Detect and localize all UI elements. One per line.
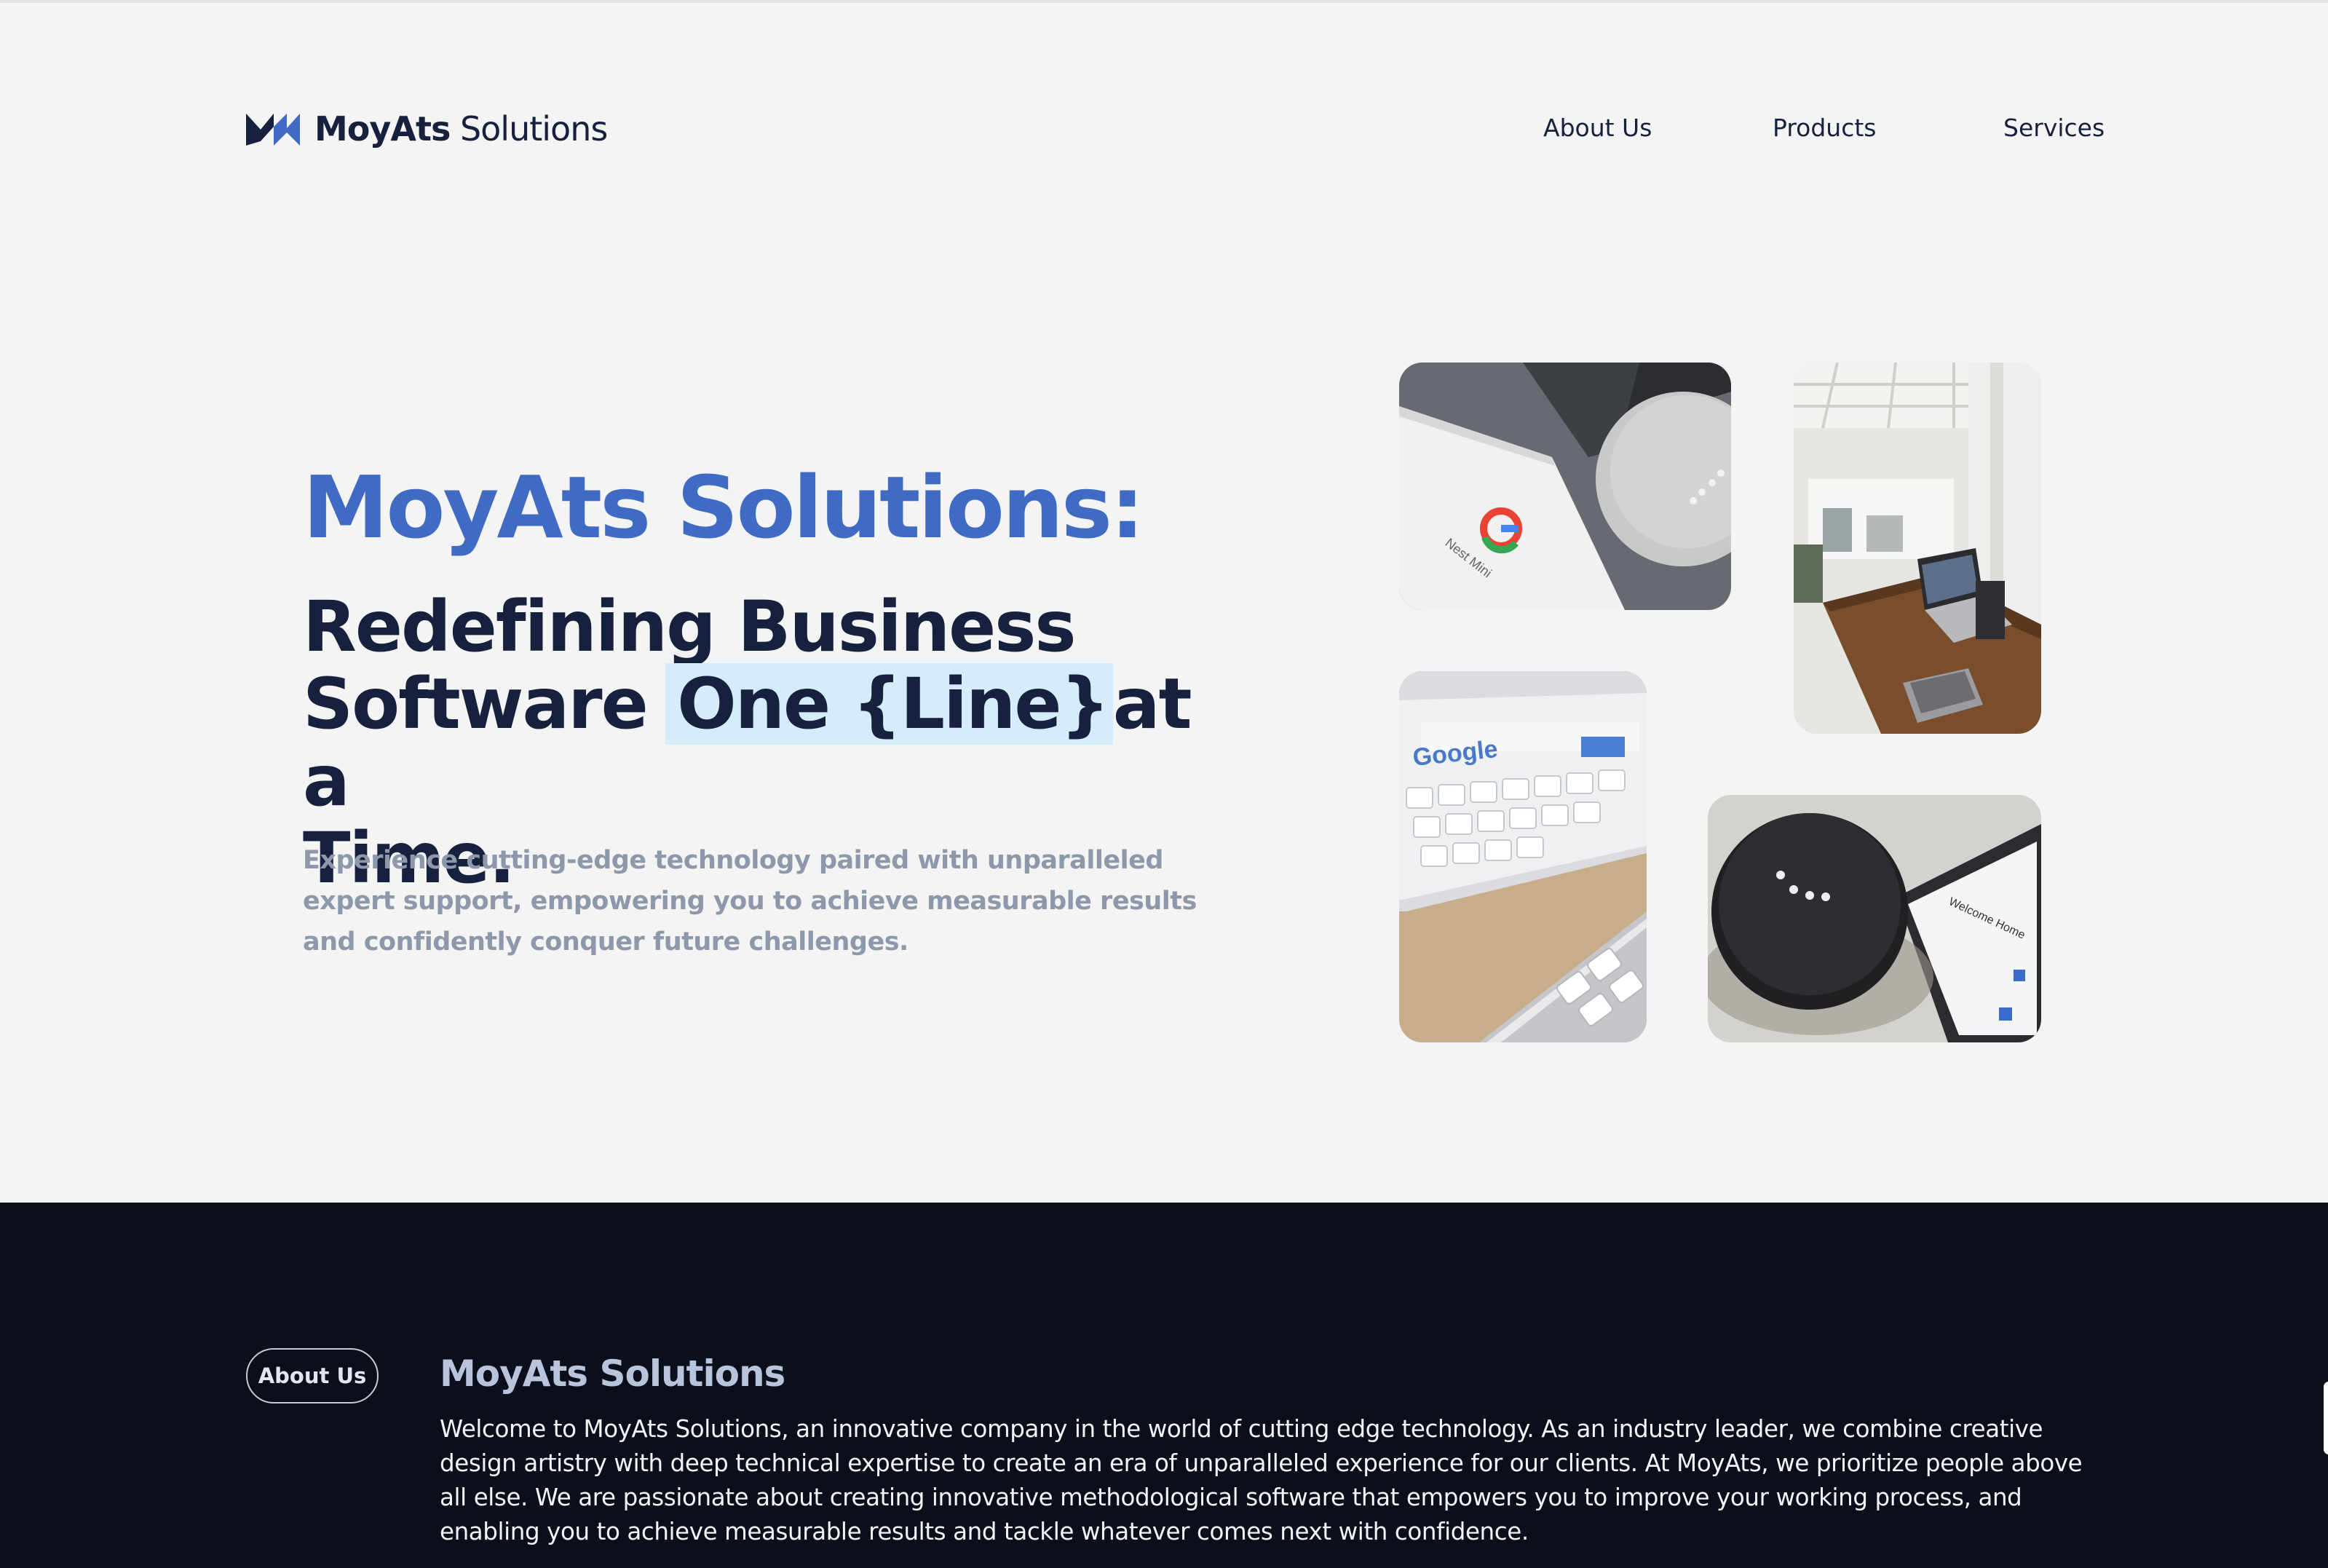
hero-title-line-2: Software One {Line}at a <box>303 663 1192 822</box>
about-body: Welcome to MoyAts Solutions, an innovati… <box>440 1415 2083 1545</box>
smart-speaker-phone-photo: Welcome Home <box>1708 795 2041 1042</box>
logo-mark-icon <box>246 114 300 146</box>
nav-services[interactable]: Services <box>2003 114 2105 142</box>
google-nest-mini-photo: Nest Mini <box>1399 363 1731 610</box>
office-workspace-photo <box>1794 363 2041 734</box>
nav-products[interactable]: Products <box>1773 114 1877 142</box>
side-tab[interactable] <box>2324 1382 2328 1454</box>
tablet-keyboard-photo: Google <box>1399 671 1647 1042</box>
hero-title-line-1: Redefining Business <box>303 586 1077 668</box>
hero-subtitle: Experience cutting-edge technology paire… <box>303 846 1197 957</box>
hero-title-highlight: One {Line} <box>665 663 1113 745</box>
top-border <box>0 0 2328 3</box>
logo[interactable]: MoyAts Solutions <box>245 109 608 149</box>
about-title: MoyAts Solutions <box>440 1353 785 1395</box>
about-us-pill[interactable]: About Us <box>246 1348 379 1403</box>
hero-brand-heading: MoyAts Solutions: <box>303 457 1144 558</box>
logo-text: MoyAts Solutions <box>314 109 608 149</box>
nav-about-us[interactable]: About Us <box>1543 114 1652 142</box>
